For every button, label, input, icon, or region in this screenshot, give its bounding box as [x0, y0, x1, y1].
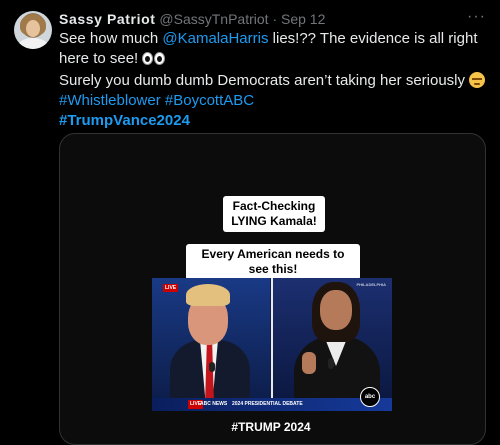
caption-every-american: Every American needs to see this!	[186, 244, 360, 280]
avatar-face	[26, 20, 40, 37]
tweet-date[interactable]: Sep 12	[281, 11, 325, 27]
news-ticker: LIVE ABC NEWS 2024 PRESIDENTIAL DEBATE	[152, 398, 392, 411]
hashtag-link[interactable]: #Whistleblower	[59, 92, 161, 109]
eyes-icon	[142, 51, 166, 71]
text-part: See how much	[59, 30, 163, 47]
tweet-text: See how much @KamalaHarris lies!?? The e…	[59, 29, 489, 131]
display-name[interactable]: Sassy Patriot	[59, 11, 156, 27]
debate-frame: LIVE PHILADELPHIA LIVE ABC NEWS 2024 PRE…	[152, 278, 392, 411]
tweet-line-3: Surely you dumb dumb Democrats aren’t ta…	[59, 71, 489, 91]
tweet-header: Sassy Patriot @SassyTnPatriot · Sep 12	[59, 11, 325, 28]
ticker-text: 2024 PRESIDENTIAL DEBATE	[232, 401, 303, 407]
text-part: here to see!	[59, 50, 143, 67]
caption-bottom: #TRUMP 2024	[231, 420, 311, 434]
live-badge: LIVE	[163, 284, 179, 292]
tweet-line-4: #Whistleblower #BoycottABC	[59, 91, 489, 111]
avatar[interactable]	[14, 11, 52, 49]
mention-link[interactable]: @KamalaHarris	[162, 30, 268, 47]
microphone-icon	[328, 358, 334, 369]
tweet-line-2: here to see!	[59, 49, 489, 71]
hashtag-link[interactable]: #BoycottABC	[165, 92, 254, 109]
unamused-face-icon	[469, 72, 486, 88]
text-part: Surely you dumb dumb Democrats aren’t ta…	[59, 72, 470, 89]
ticker-brand: ABC NEWS	[200, 401, 228, 407]
hashtag-link[interactable]: #TrumpVance2024	[59, 112, 190, 129]
more-options-icon[interactable]: ···	[467, 8, 486, 26]
speaker-left-hair	[186, 284, 230, 306]
microphone-icon	[209, 362, 215, 372]
caption-fact-check: Fact-Checking LYING Kamala!	[223, 196, 325, 232]
video-media[interactable]: Fact-Checking LYING Kamala! Every Americ…	[59, 133, 486, 445]
speaker-right-hand	[302, 352, 316, 374]
text-part: lies!?? The evidence is all right	[268, 30, 478, 47]
separator-dot: ·	[272, 11, 278, 27]
network-logo: abc	[360, 387, 380, 407]
split-divider	[271, 278, 273, 411]
tweet-line-1: See how much @KamalaHarris lies!?? The e…	[59, 29, 489, 49]
avatar-shirt	[18, 38, 48, 49]
speaker-right-face	[320, 290, 352, 330]
tweet-line-5: #TrumpVance2024	[59, 111, 489, 131]
location-tag: PHILADELPHIA	[356, 282, 386, 287]
user-handle[interactable]: @SassyTnPatriot	[159, 11, 268, 27]
